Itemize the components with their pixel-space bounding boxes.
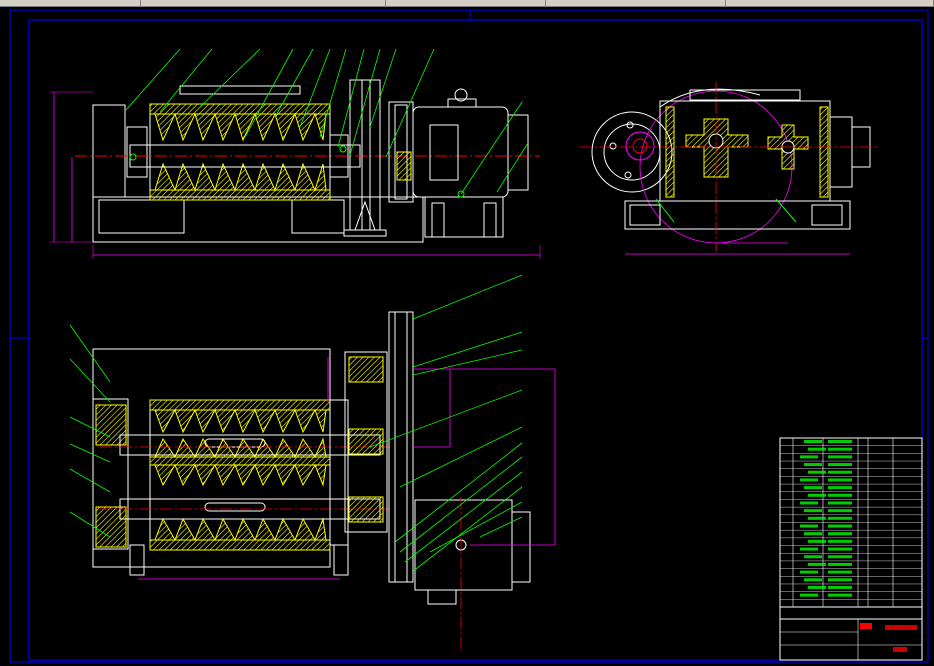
- title-block-cell-mark: [828, 570, 852, 574]
- title-block-cell-mark: [828, 547, 852, 551]
- title-block-cell-mark: [828, 562, 852, 566]
- title-block-cell-mark: [828, 463, 852, 467]
- title-block-cell-mark: [804, 555, 822, 559]
- window-toolbar-strip: [0, 0, 934, 7]
- cad-drawing: [9, 9, 929, 663]
- outer-border: [9, 9, 929, 663]
- title-block-cell-mark: [828, 455, 852, 459]
- title-block-cell-mark: [808, 493, 826, 497]
- front-view: [50, 48, 541, 259]
- title-block-cell-mark: [800, 524, 818, 528]
- title-block-cell-mark: [828, 532, 852, 536]
- title-block-cell-mark: [828, 493, 852, 497]
- title-block-cell-mark: [800, 593, 818, 597]
- title-block-cell-mark: [800, 455, 818, 459]
- toolbar-segment[interactable]: [0, 0, 141, 6]
- title-block-cell-mark: [828, 501, 852, 505]
- toolbar-segment[interactable]: [140, 0, 386, 6]
- title-block-cell-mark: [828, 447, 852, 451]
- title-block-rows: [780, 440, 922, 600]
- toolbar-segment[interactable]: [545, 0, 726, 6]
- title-block: [779, 437, 923, 661]
- drawing-canvas[interactable]: [0, 7, 934, 666]
- title-block-cell-mark: [800, 570, 818, 574]
- title-block-cell-mark: [828, 470, 852, 474]
- title-block-cell-mark: [828, 578, 852, 582]
- title-block-cell-mark: [828, 593, 852, 597]
- title-block-cell-mark: [808, 562, 826, 566]
- title-block-cell-mark: [804, 509, 822, 513]
- title-block-cell-mark: [828, 524, 852, 528]
- title-block-cell-mark: [828, 509, 852, 513]
- title-block-cell-mark: [808, 447, 826, 451]
- title-block-cell-mark: [808, 539, 826, 543]
- title-block-cell-mark: [808, 516, 826, 520]
- title-block-cell-mark: [828, 478, 852, 482]
- title-block-cell-mark: [800, 478, 818, 482]
- side-view: [580, 82, 880, 255]
- title-block-cell-mark: [808, 470, 826, 474]
- title-block-cell-mark: [828, 486, 852, 490]
- title-block-cell-mark: [828, 555, 852, 559]
- title-block-cell-mark: [808, 585, 826, 589]
- title-block-cell-mark: [804, 532, 822, 536]
- top-view: [69, 274, 556, 652]
- toolbar-segment[interactable]: [725, 0, 934, 6]
- toolbar-segment[interactable]: [385, 0, 546, 6]
- title-block-cell-mark: [804, 486, 822, 490]
- title-block-cell-mark: [804, 440, 822, 443]
- title-block-cell-mark: [804, 463, 822, 467]
- title-block-cell-mark: [828, 585, 852, 589]
- title-block-cell-mark: [828, 516, 852, 520]
- title-block-cell-mark: [800, 547, 818, 551]
- title-block-cell-mark: [800, 501, 818, 505]
- title-block-cell-mark: [828, 440, 852, 443]
- title-block-cell-mark: [828, 539, 852, 543]
- title-block-cell-mark: [804, 578, 822, 582]
